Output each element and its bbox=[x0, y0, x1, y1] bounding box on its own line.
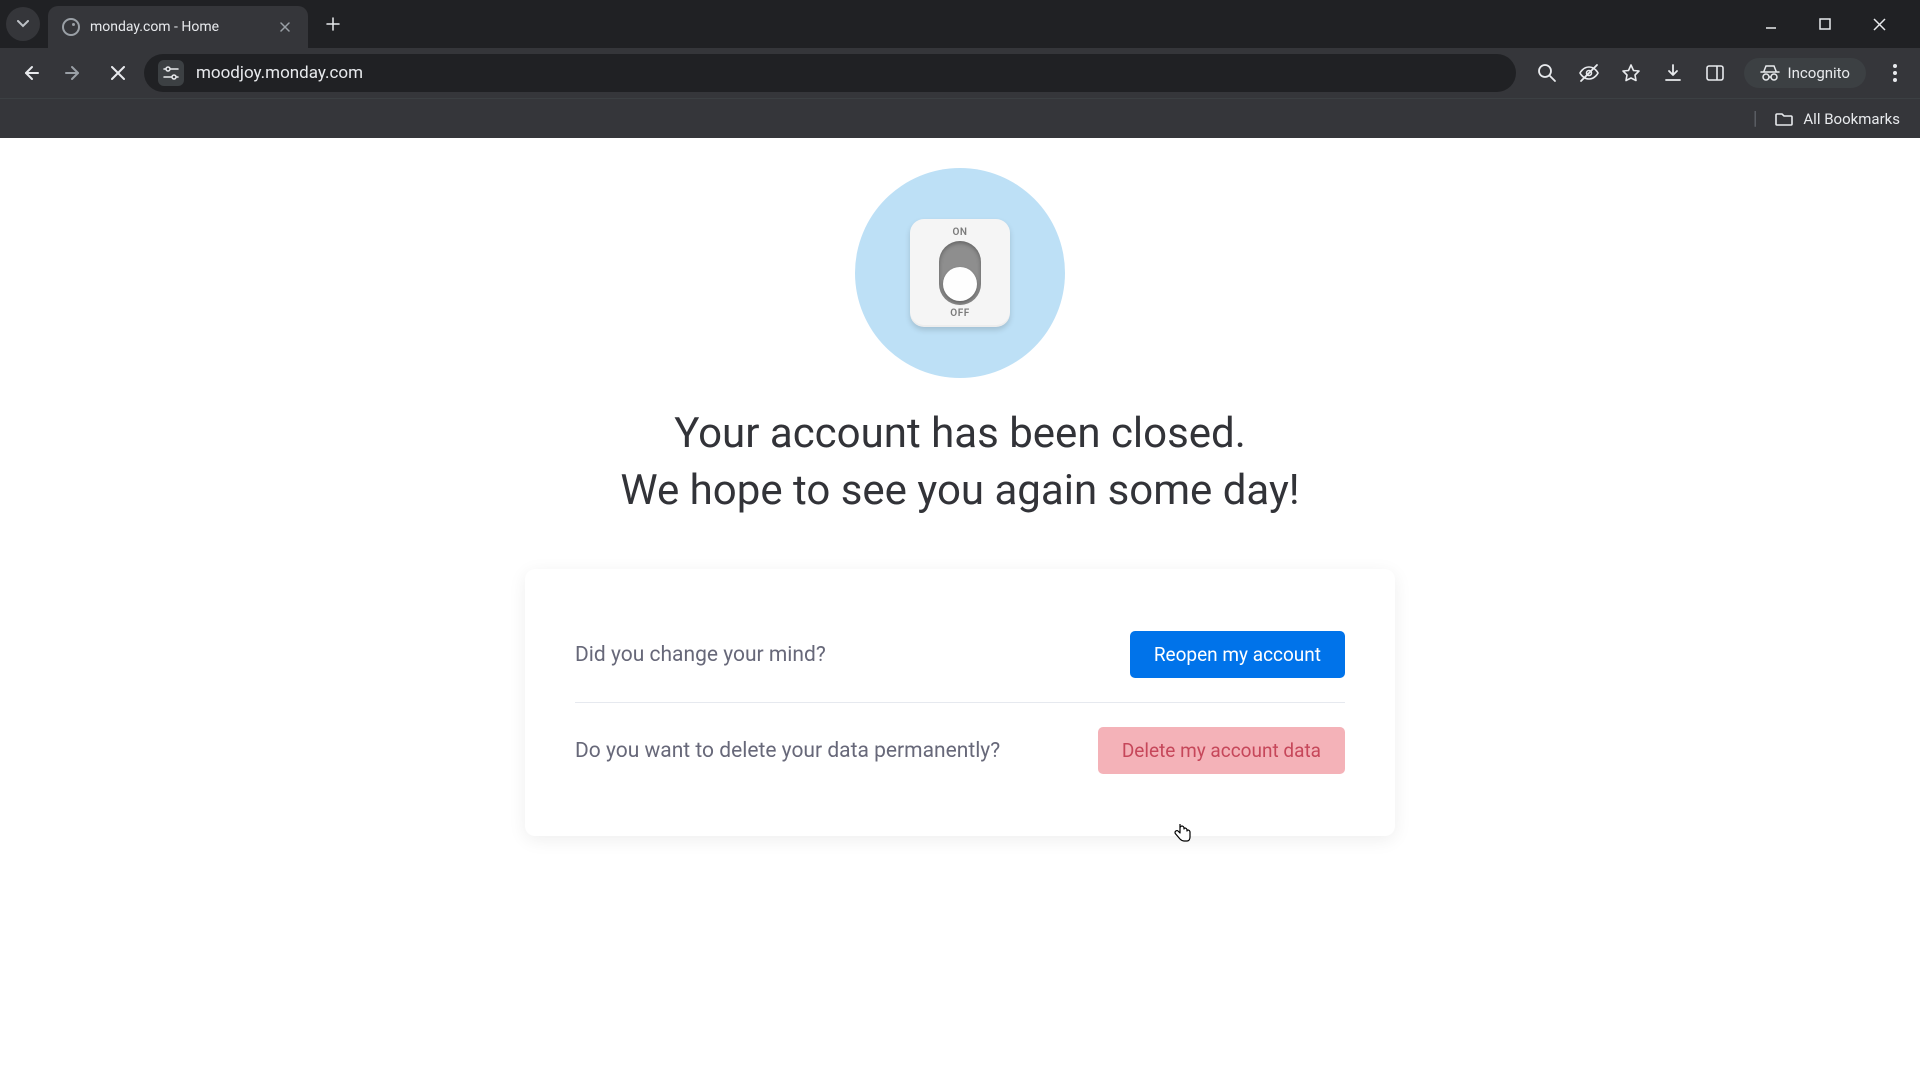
bookmark-button[interactable] bbox=[1618, 60, 1644, 86]
maximize-icon bbox=[1819, 18, 1831, 30]
delete-prompt: Do you want to delete your data permanen… bbox=[575, 739, 1000, 763]
minimize-button[interactable] bbox=[1756, 9, 1786, 39]
page-content: ON OFF Your account has been closed. We … bbox=[0, 138, 1920, 836]
browser-chrome: monday.com - Home bbox=[0, 0, 1920, 138]
illustration-circle: ON OFF bbox=[855, 168, 1065, 378]
switch-on-label: ON bbox=[953, 227, 968, 238]
zoom-button[interactable] bbox=[1534, 60, 1560, 86]
close-tab-button[interactable] bbox=[276, 18, 294, 36]
downloads-button[interactable] bbox=[1660, 60, 1686, 86]
switch-knob bbox=[943, 267, 977, 301]
tab-strip: monday.com - Home bbox=[0, 0, 1920, 48]
switch-illustration: ON OFF bbox=[910, 219, 1010, 327]
delete-row: Do you want to delete your data permanen… bbox=[575, 702, 1345, 798]
close-icon bbox=[1873, 18, 1886, 31]
stop-reload-button[interactable] bbox=[100, 55, 136, 91]
toolbar-actions: Incognito bbox=[1524, 58, 1908, 88]
headline-line-2: We hope to see you again some day! bbox=[620, 463, 1299, 520]
close-icon bbox=[280, 22, 290, 32]
headline: Your account has been closed. We hope to… bbox=[620, 406, 1299, 519]
panel-icon bbox=[1706, 64, 1724, 82]
star-icon bbox=[1621, 63, 1641, 83]
browser-menu-button[interactable] bbox=[1882, 60, 1908, 86]
incognito-badge[interactable]: Incognito bbox=[1744, 58, 1866, 88]
browser-toolbar: moodjoy.monday.com Incognito bbox=[0, 48, 1920, 98]
forward-button[interactable] bbox=[56, 55, 92, 91]
switch-off-label: OFF bbox=[950, 308, 969, 319]
browser-tab[interactable]: monday.com - Home bbox=[48, 6, 308, 48]
actions-card: Did you change your mind? Reopen my acco… bbox=[525, 569, 1395, 836]
reopen-account-button[interactable]: Reopen my account bbox=[1130, 631, 1345, 678]
delete-account-data-button[interactable]: Delete my account data bbox=[1098, 727, 1345, 774]
chevron-down-icon bbox=[17, 20, 29, 28]
eye-off-icon bbox=[1578, 63, 1600, 83]
magnifier-icon bbox=[1537, 63, 1557, 83]
headline-line-1: Your account has been closed. bbox=[620, 406, 1299, 463]
plus-icon bbox=[326, 17, 340, 31]
tabs-dropdown-button[interactable] bbox=[6, 7, 40, 41]
folder-icon bbox=[1775, 111, 1793, 127]
site-settings-button[interactable] bbox=[158, 60, 184, 86]
new-tab-button[interactable] bbox=[318, 9, 348, 39]
incognito-label: Incognito bbox=[1788, 64, 1850, 82]
all-bookmarks-label: All Bookmarks bbox=[1803, 110, 1900, 128]
close-icon bbox=[111, 66, 125, 80]
url-text: moodjoy.monday.com bbox=[196, 63, 363, 83]
reopen-prompt: Did you change your mind? bbox=[575, 643, 826, 667]
all-bookmarks-button[interactable]: All Bookmarks bbox=[1775, 110, 1900, 128]
switch-track bbox=[939, 241, 981, 305]
close-window-button[interactable] bbox=[1864, 9, 1894, 39]
back-button[interactable] bbox=[12, 55, 48, 91]
minimize-icon bbox=[1764, 17, 1778, 31]
separator: | bbox=[1753, 108, 1757, 129]
cookies-blocked-button[interactable] bbox=[1576, 60, 1602, 86]
window-controls bbox=[1756, 9, 1914, 39]
reopen-row: Did you change your mind? Reopen my acco… bbox=[575, 607, 1345, 702]
arrow-left-icon bbox=[21, 64, 39, 82]
maximize-button[interactable] bbox=[1810, 9, 1840, 39]
arrow-right-icon bbox=[65, 64, 83, 82]
kebab-icon bbox=[1893, 64, 1897, 82]
address-bar[interactable]: moodjoy.monday.com bbox=[144, 54, 1516, 92]
tab-title: monday.com - Home bbox=[90, 19, 266, 35]
tune-icon bbox=[163, 66, 179, 80]
tab-favicon-icon bbox=[62, 18, 80, 36]
bookmarks-bar: | All Bookmarks bbox=[0, 98, 1920, 138]
side-panel-button[interactable] bbox=[1702, 60, 1728, 86]
download-icon bbox=[1664, 63, 1682, 83]
incognito-icon bbox=[1760, 65, 1780, 81]
